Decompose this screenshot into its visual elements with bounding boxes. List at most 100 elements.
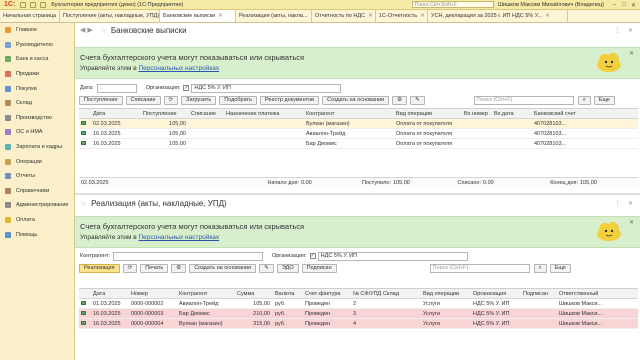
sidebar-item[interactable]: Помощь (0, 227, 74, 242)
tab-vat-reports[interactable]: Отчетность по НДС ✕ (312, 10, 376, 22)
column-header[interactable]: Счет-фактура (303, 291, 351, 297)
column-header[interactable]: Вид операции (421, 291, 471, 297)
search-icon[interactable]: ⌕ (577, 95, 591, 105)
sidebar-item[interactable]: Производство (0, 111, 74, 126)
column-header[interactable]: Организация (471, 291, 521, 297)
close-tab-icon[interactable]: ✕ (368, 13, 373, 19)
back-icon[interactable] (30, 1, 37, 8)
sidebar-item[interactable]: Операции (0, 154, 74, 169)
column-header[interactable]: Номер (129, 291, 177, 297)
realization-button[interactable]: Реализация (79, 263, 120, 273)
post-icon[interactable]: ⚙ (392, 95, 408, 105)
forward-icon[interactable] (40, 1, 47, 8)
column-header[interactable]: Поступление (141, 111, 189, 117)
banner-close-icon[interactable]: ✕ (629, 50, 634, 57)
column-header[interactable]: Списание (189, 111, 224, 117)
tab-1c-reporting[interactable]: 1С-Отчетность ✕ (376, 10, 428, 22)
close-tab-icon[interactable]: ✕ (545, 13, 550, 19)
personal-settings-link[interactable]: Персональных настройках (138, 234, 219, 241)
refresh-icon[interactable]: ⟳ (163, 95, 179, 105)
organization-field[interactable]: НДС 5% У. ИП (317, 251, 468, 261)
sidebar-item[interactable]: Оплата (0, 213, 74, 228)
column-header[interactable]: Валюта (273, 291, 303, 297)
signed-button[interactable]: Подписан (301, 263, 337, 273)
search-icon[interactable]: ⌕ (533, 263, 547, 273)
more-button[interactable]: Еще (593, 95, 615, 105)
sidebar-item[interactable]: Зарплата и кадры (0, 140, 74, 155)
column-header[interactable]: Вх.дата (492, 111, 532, 117)
tab-bank-statements[interactable]: Банковские выписки ✕ (160, 10, 236, 22)
column-header[interactable]: Назначение платежа (224, 111, 304, 117)
create-based-button[interactable]: Создать на основании (189, 263, 257, 273)
sidebar-item[interactable]: Руководителю (0, 38, 74, 53)
column-header[interactable]: Банковский счет (532, 111, 626, 117)
user-name[interactable]: Шишков Максим Михайлович (Владелец) (498, 2, 604, 8)
global-search-input[interactable]: Поиск Ctrl+Shift+F (411, 1, 494, 8)
tab-sales[interactable]: Реализация (акты, накла...✕ (236, 10, 312, 22)
column-header[interactable]: № СФ/УПД (351, 291, 381, 297)
print-button[interactable]: Печать (140, 263, 169, 273)
column-header[interactable]: Ответственный (557, 291, 619, 297)
personal-settings-link[interactable]: Персональных настройках (138, 65, 219, 72)
tab-usn-declaration[interactable]: УСН, декларация за 2025 г. ИП НДС 5% У..… (428, 10, 568, 22)
menu-icon[interactable] (20, 1, 27, 8)
banner-close-icon[interactable]: ✕ (629, 219, 634, 226)
window-controls[interactable]: ⋮ ✕ (614, 27, 636, 34)
column-header[interactable]: Сумма (235, 291, 273, 297)
favorite-star-icon[interactable]: ☆ (100, 26, 107, 35)
receipt-button[interactable]: Поступление (79, 95, 123, 105)
registry-button[interactable]: Реестр документов (259, 95, 320, 105)
sales-search-input[interactable]: Поиск (Ctrl+F) (429, 263, 530, 273)
organization-field[interactable]: НДС 5% У. ИП (191, 83, 342, 93)
column-header[interactable]: Вх.номер (462, 111, 492, 117)
back-arrow-icon[interactable]: ◀ ▶ (80, 26, 93, 34)
column-header[interactable]: Склад (381, 291, 421, 297)
date-input[interactable]: .. (96, 83, 137, 93)
column-header[interactable]: Дата (91, 291, 129, 297)
sidebar-item[interactable]: Справочники (0, 184, 74, 199)
close-tab-icon[interactable]: ✕ (420, 13, 425, 19)
sidebar-item[interactable]: Администрирование (0, 198, 74, 213)
edo-button[interactable]: ЭДО (276, 263, 299, 273)
sidebar-item[interactable]: Отчеты (0, 169, 74, 184)
sidebar-item[interactable]: Продажи (0, 67, 74, 82)
window-splitter[interactable] (75, 193, 640, 195)
edit-icon[interactable]: ✎ (259, 263, 274, 273)
table-row[interactable]: 16.03.2025 0000-000003 Бар Диомис 210,00 руб… (79, 309, 638, 319)
window-controls[interactable]: ⋮ ✕ (614, 200, 636, 207)
favorite-star-icon[interactable]: ☆ (80, 199, 87, 208)
close-icon[interactable]: ✕ (631, 2, 636, 9)
sidebar-item[interactable]: Покупки (0, 81, 74, 96)
organization-checkbox[interactable]: ✓ (309, 253, 316, 259)
column-header[interactable]: Контрагент (304, 111, 394, 117)
column-header[interactable]: Дата (91, 111, 141, 117)
table-row[interactable]: 16.03.2025 105,00 Бар Диомис Оплата от поку… (79, 139, 638, 149)
bank-search-input[interactable]: Поиск (Ctrl+F) (473, 95, 574, 105)
sidebar-item[interactable]: Склад (0, 96, 74, 111)
column-header[interactable]: Вид операции (394, 111, 462, 117)
settings-icon[interactable]: ⚙ (171, 263, 187, 273)
close-tab-icon[interactable]: ✕ (218, 13, 223, 19)
unpost-icon[interactable]: ✎ (410, 95, 425, 105)
column-header[interactable]: Контрагент (177, 291, 235, 297)
refresh-icon[interactable]: ⟳ (122, 263, 138, 273)
table-row[interactable]: 02.03.2025 105,00 Вулкан (магазин) Оплата о… (79, 119, 638, 129)
sidebar-item[interactable]: Банк и касса (0, 52, 74, 67)
tab-receipts[interactable]: Поступление (акты, накладные, УПД)✕ (60, 10, 160, 22)
column-header[interactable]: Подписан (521, 291, 557, 297)
create-based-button[interactable]: Создать на основании (322, 95, 390, 105)
tab-home[interactable]: Начальная страница (0, 10, 60, 22)
minimize-icon[interactable]: – (613, 2, 616, 8)
table-row[interactable]: 16.03.2025 0000-000004 Вулкан (магазин) 315… (79, 319, 638, 329)
sidebar-item[interactable]: ОС и НМА (0, 125, 74, 140)
writeoff-button[interactable]: Списание (125, 95, 161, 105)
maximize-icon[interactable]: □ (622, 2, 626, 8)
more-button[interactable]: Еще (549, 263, 571, 273)
load-button[interactable]: Загрузить (181, 95, 217, 105)
table-row[interactable]: 16.03.2025 105,00 Авиалон-Трейд Оплата от п… (79, 129, 638, 139)
sidebar-item[interactable]: Главное (0, 23, 74, 38)
pick-button[interactable]: Подобрать (219, 95, 257, 105)
contractor-field[interactable] (112, 251, 263, 261)
table-row[interactable]: 01.03.2025 0000-000002 Авиалон-Трейд 105,00… (79, 299, 638, 309)
organization-checkbox[interactable]: ✓ (183, 85, 190, 91)
